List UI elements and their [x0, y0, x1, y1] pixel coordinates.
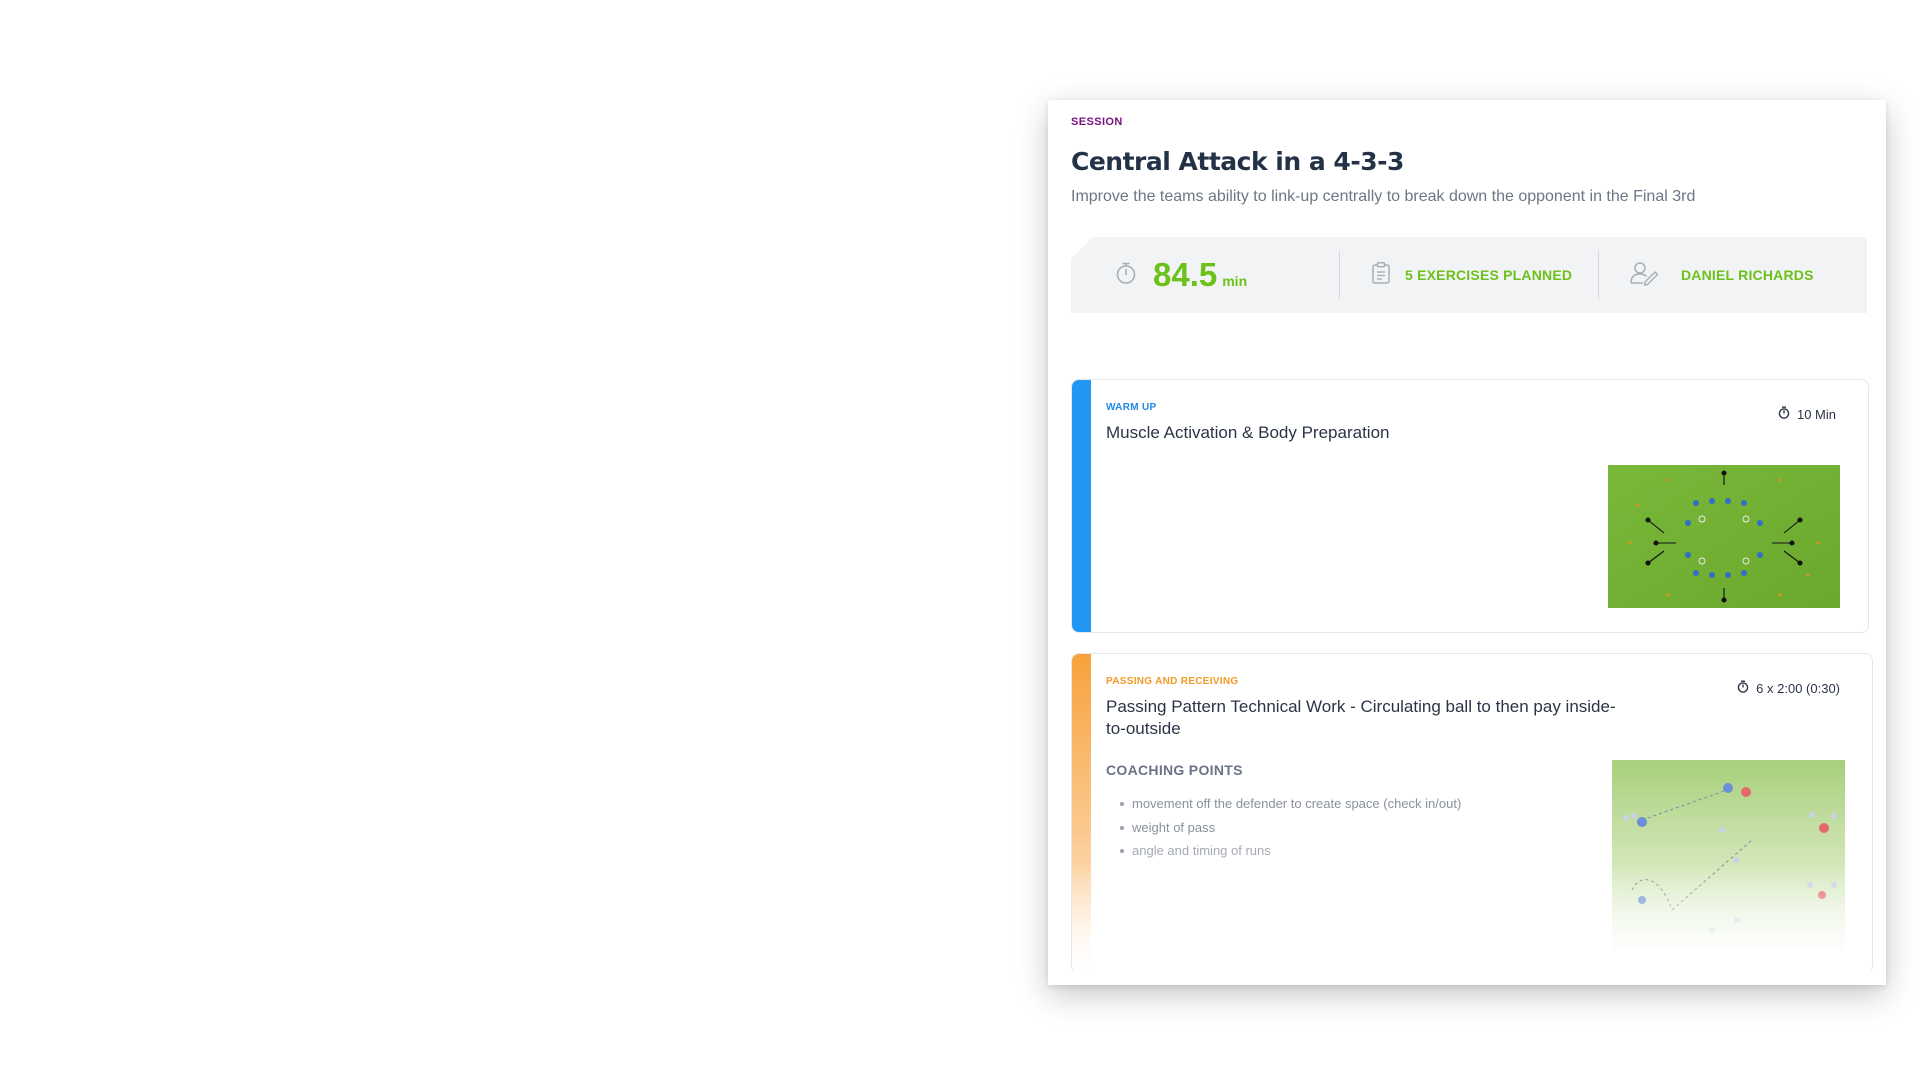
session-card: SESSION Central Attack in a 4-3-3 Improv…	[1048, 100, 1886, 985]
coaching-points-heading: COACHING POINTS	[1106, 762, 1243, 778]
exercise-card-warm-up[interactable]: WARM UP Muscle Activation & Body Prepara…	[1071, 379, 1869, 633]
exercise-category: PASSING AND RECEIVING	[1106, 676, 1239, 687]
exercise-diagram-image	[1608, 465, 1840, 608]
exercise-duration-text: 6 x 2:00 (0:30)	[1756, 680, 1840, 696]
exercise-color-bar	[1072, 380, 1091, 632]
exercise-title: Muscle Activation & Body Preparation	[1106, 423, 1390, 442]
session-title: Central Attack in a 4-3-3	[1071, 147, 1404, 176]
stopwatch-icon	[1737, 680, 1749, 696]
exercise-title: Passing Pattern Technical Work - Circula…	[1106, 697, 1616, 738]
duration-stat: 84.5 min	[1115, 237, 1247, 313]
coaching-point: angle and timing of runs	[1120, 839, 1461, 863]
coaching-points-list: movement off the defender to create spac…	[1120, 792, 1461, 863]
session-stats-bar: 84.5 min 5 EXERCISES PLANNED DANIEL RICH…	[1071, 237, 1867, 313]
session-subtitle: Improve the teams ability to link-up cen…	[1071, 188, 1696, 205]
exercise-color-bar	[1072, 654, 1091, 974]
stats-divider	[1339, 251, 1340, 299]
stats-divider	[1598, 251, 1599, 299]
coaching-point: movement off the defender to create spac…	[1120, 792, 1461, 816]
coach-name: DANIEL RICHARDS	[1681, 267, 1814, 283]
exercise-duration-text: 10 Min	[1796, 406, 1836, 422]
exercise-card-passing[interactable]: PASSING AND RECEIVING Passing Pattern Te…	[1071, 653, 1873, 974]
stopwatch-icon	[1778, 406, 1790, 422]
exercise-duration: 10 Min	[1778, 406, 1836, 422]
exercise-category: WARM UP	[1106, 402, 1157, 413]
session-eyebrow: SESSION	[1071, 116, 1123, 128]
coach-stat: DANIEL RICHARDS	[1629, 237, 1814, 313]
clipboard-icon	[1371, 261, 1391, 290]
duration-value: 84.5	[1153, 256, 1218, 293]
coaching-point: weight of pass	[1120, 816, 1461, 840]
coach-icon	[1629, 260, 1659, 291]
duration-unit: min	[1222, 273, 1248, 289]
exercise-diagram-image	[1612, 760, 1845, 950]
exercises-stat: 5 EXERCISES PLANNED	[1371, 237, 1572, 313]
exercises-planned-label: 5 EXERCISES PLANNED	[1405, 267, 1573, 283]
exercise-duration: 6 x 2:00 (0:30)	[1737, 680, 1840, 696]
stopwatch-icon	[1115, 261, 1137, 290]
